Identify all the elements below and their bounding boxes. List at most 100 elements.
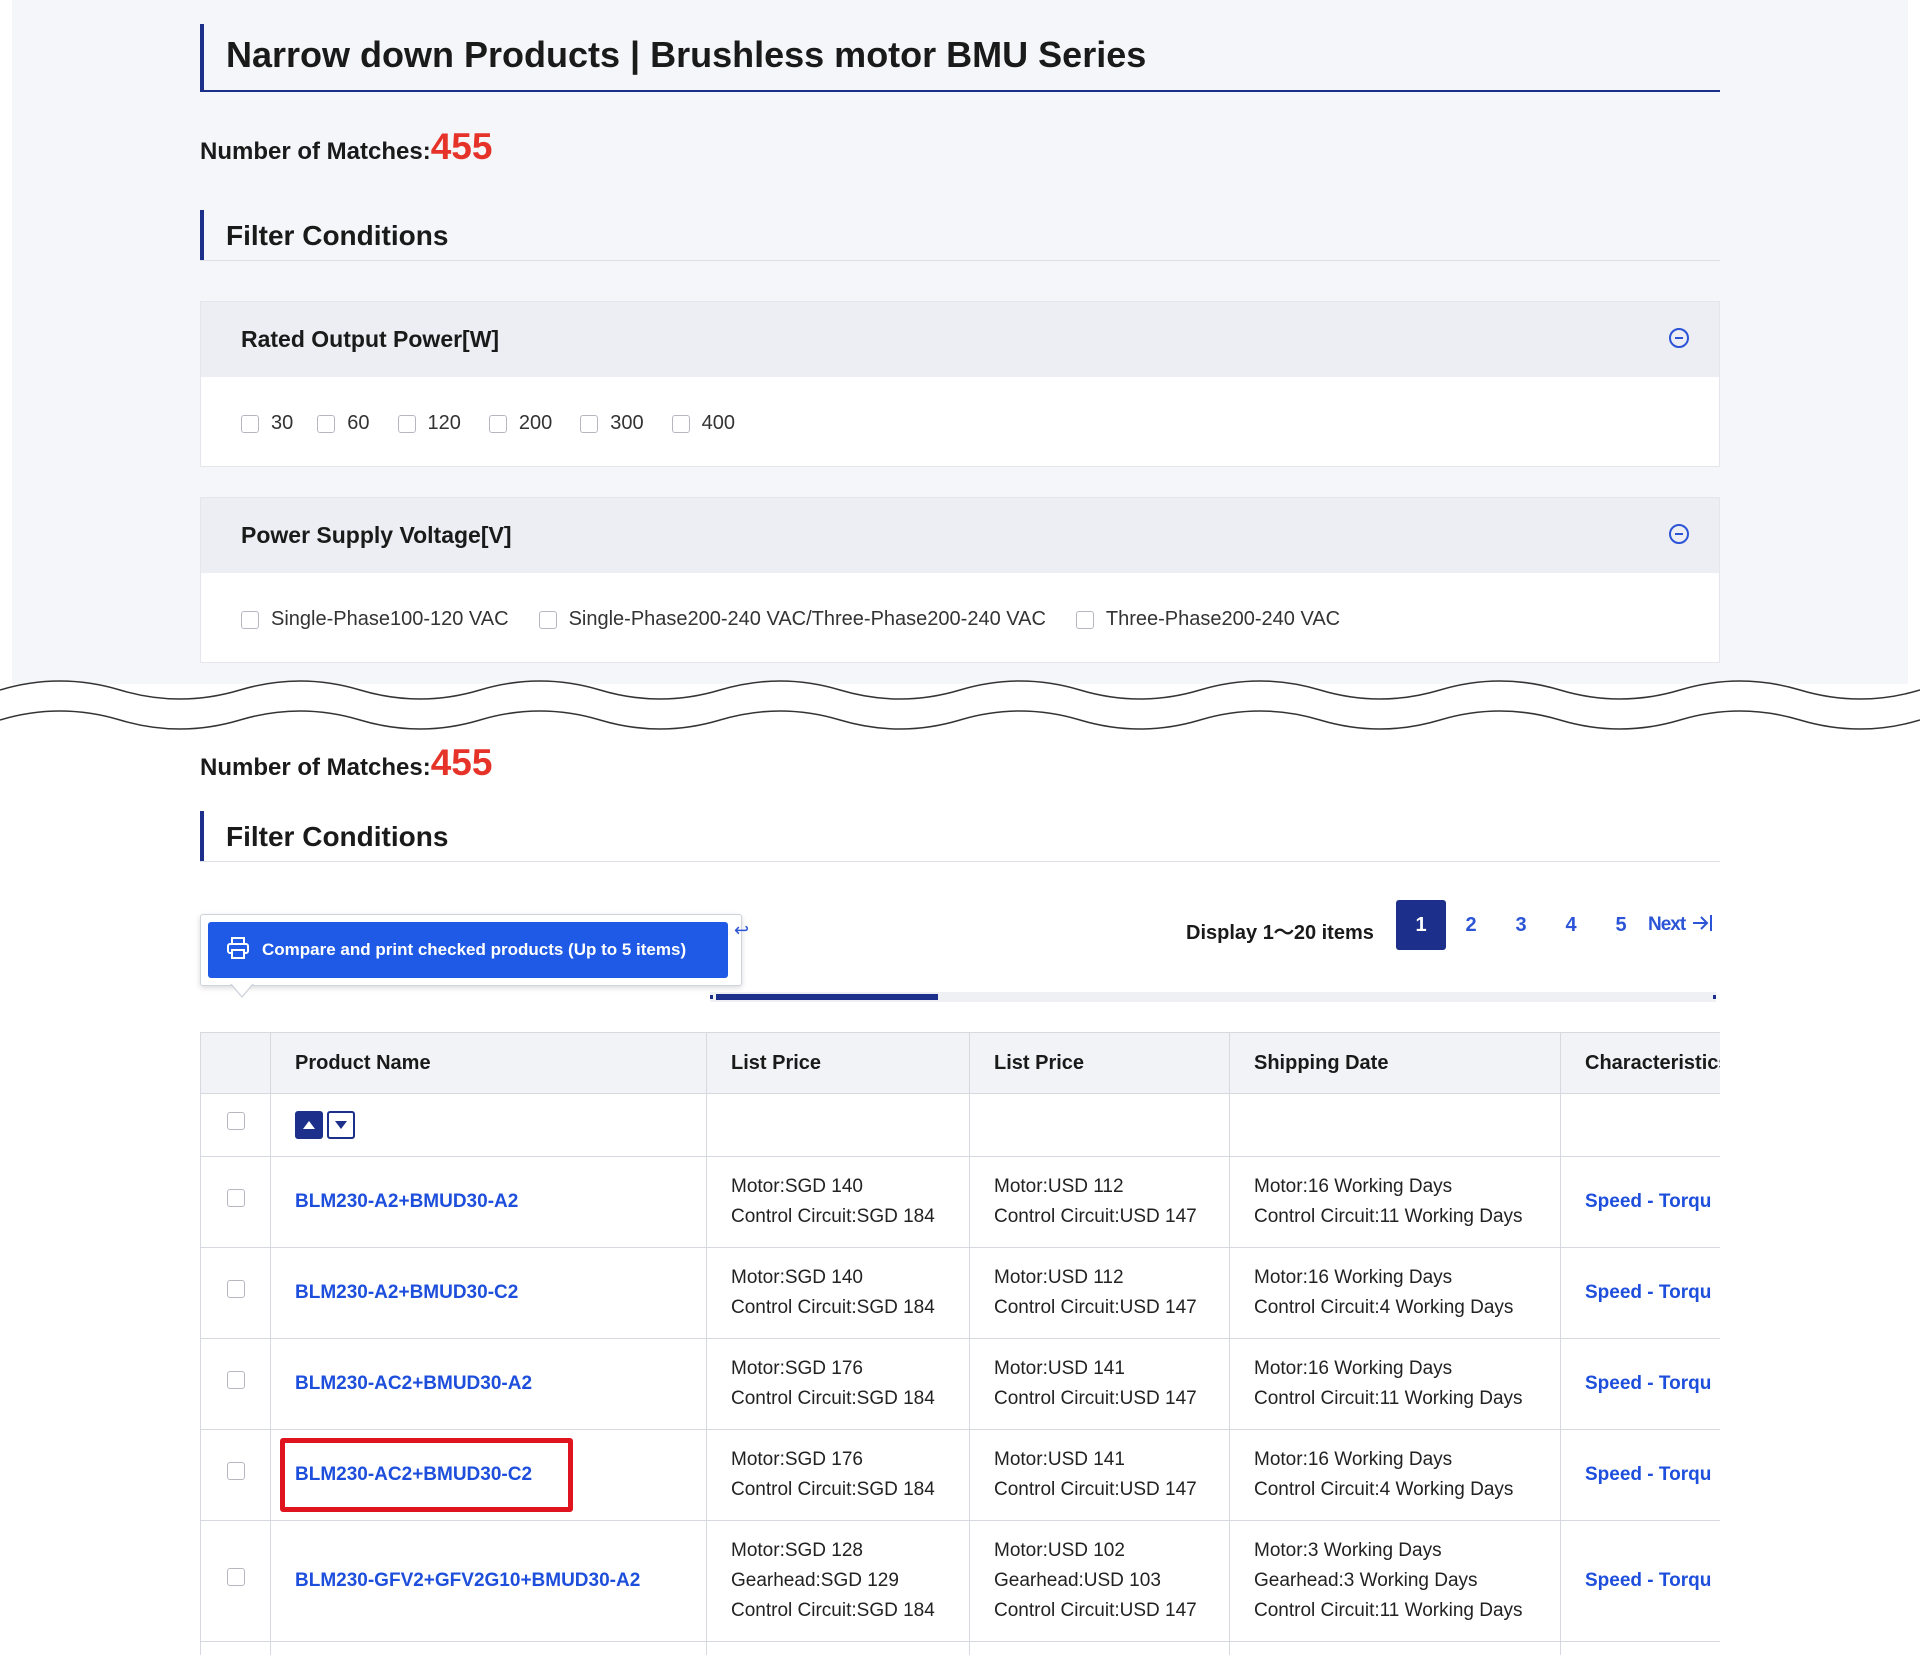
page-button-2[interactable]: 2 (1446, 900, 1496, 950)
page-button-1[interactable]: 1 (1396, 900, 1446, 950)
characteristics-cell: Speed - Torqu (1560, 1429, 1720, 1521)
price-sgd-cell: Motor:SGD 140 Control Circuit:SGD 184 (706, 1247, 970, 1339)
row-checkbox[interactable] (226, 1462, 245, 1480)
table-row: BLM230-A2+BMUD30-A2 Motor:SGD 140 Control… (200, 1156, 1720, 1248)
collapse-icon[interactable] (1669, 328, 1689, 348)
checkbox[interactable] (241, 610, 259, 629)
filter-option[interactable]: Single-Phase200-240 VAC/Three-Phase200-2… (538, 608, 1046, 631)
display-items-count: Display 1～20 items (1186, 922, 1374, 944)
characteristics-cell: Speed - Torqu (1560, 1338, 1720, 1430)
filter-option[interactable]: 300 (580, 412, 644, 435)
characteristics-link[interactable]: Speed - Torqu (1585, 1373, 1711, 1394)
row-checkbox[interactable] (226, 1568, 245, 1586)
price-line: Motor:SGD 176 (731, 1358, 863, 1379)
price-line: Gearhead:USD 103 (994, 1570, 1161, 1591)
table-row: BLM230-A2+BMUD30-C2 Motor:SGD 140 Control… (200, 1247, 1720, 1339)
shipping-cell: Motor:16 Working Days Control Circuit:11 … (1229, 1338, 1561, 1430)
option-label: 400 (701, 412, 735, 434)
checkbox[interactable] (1075, 610, 1094, 629)
row-checkbox[interactable] (226, 1280, 245, 1298)
price-sgd-cell: Motor:SGD 128 Gearhead:SGD 129 Control Cir… (706, 1520, 970, 1642)
price-sgd-cell: Motor:SGD 140 Control Circuit:SGD 184 (706, 1156, 970, 1248)
characteristics-cell: Speed - Torqu (1560, 1156, 1720, 1248)
checkbox[interactable] (671, 414, 690, 433)
header-select (200, 1032, 271, 1094)
filter-conditions-title: Filter Conditions (226, 821, 449, 852)
characteristics-cell: Speed - Torqu (1560, 1247, 1720, 1339)
table-header-row: Product Name List Price List Price Shipp… (200, 1032, 1720, 1094)
checkbox[interactable] (397, 414, 416, 433)
option-label: 60 (347, 412, 370, 434)
horizontal-scrollbar[interactable] (710, 992, 1716, 1002)
filter-group-header[interactable]: Power Supply Voltage[V] (201, 498, 1719, 573)
shipping-line: Gearhead:3 Working Days (1254, 1570, 1478, 1591)
filter-option[interactable]: 30 (241, 412, 293, 435)
shipping-line: Motor:16 Working Days (1254, 1176, 1453, 1197)
page-button-3[interactable]: 3 (1496, 900, 1546, 950)
filter-group-rated-output-power: Rated Output Power[W] 30 60 120 200 300 … (200, 301, 1720, 467)
select-all-checkbox[interactable] (226, 1112, 245, 1130)
characteristics-link[interactable]: Speed - Torqu (1585, 1191, 1711, 1212)
sort-ascending-icon[interactable] (295, 1111, 323, 1139)
option-label: Three-Phase200-240 VAC (1105, 608, 1341, 630)
scroll-right-marker (1713, 995, 1716, 999)
price-usd-cell: Motor:USD 112 Control Circuit:USD 147 (969, 1247, 1230, 1339)
matches-label: Number of Matches: (200, 754, 431, 781)
price-sgd-cell: Motor:SGD 176 Control Circuit:SGD 184 (706, 1338, 970, 1430)
shipping-line: Motor:3 Working Days (1254, 1540, 1442, 1561)
header-list-price-sgd: List Price (706, 1032, 970, 1094)
scrollbar-thumb[interactable] (716, 994, 938, 1000)
shipping-line: Motor:16 Working Days (1254, 1449, 1453, 1470)
filter-options: Single-Phase100-120 VAC Single-Phase200-… (241, 608, 1340, 631)
characteristics-link[interactable]: Speed - Torqu (1585, 1570, 1711, 1591)
row-select-cell (200, 1641, 271, 1655)
product-link[interactable]: BLM230-GFV2+GFV2G10+BMUD30-A2 (295, 1570, 640, 1591)
heading-accent-bar (200, 811, 204, 861)
next-page-link[interactable]: Next (1648, 914, 1686, 936)
row-checkbox[interactable] (226, 1189, 245, 1207)
compare-link-icon[interactable]: ↩ (734, 920, 749, 941)
price-line: Motor:SGD 140 (731, 1267, 863, 1288)
product-name-cell (270, 1641, 707, 1655)
checkbox[interactable] (488, 414, 507, 433)
product-link-highlighted[interactable]: BLM230-AC2+BMUD30-C2 (280, 1438, 574, 1512)
characteristics-link[interactable]: Speed - Torqu (1585, 1282, 1711, 1303)
row-select-cell (200, 1156, 271, 1248)
filter-option[interactable]: Three-Phase200-240 VAC (1075, 608, 1341, 631)
checkbox[interactable] (317, 414, 336, 433)
checkbox[interactable] (580, 414, 599, 433)
compare-print-button[interactable]: Compare and print checked products (Up t… (208, 922, 728, 978)
filter-group-power-supply-voltage: Power Supply Voltage[V] Single-Phase100-… (200, 497, 1720, 663)
price-line: Motor:SGD 176 (731, 1449, 863, 1470)
filter-option[interactable]: 400 (671, 412, 735, 435)
filter-option[interactable]: 200 (488, 412, 552, 435)
filter-option[interactable]: Single-Phase100-120 VAC (241, 608, 509, 631)
option-label: 120 (427, 412, 461, 434)
filter-option[interactable]: 60 (317, 412, 370, 435)
product-link[interactable]: BLM230-AC2+BMUD30-A2 (295, 1373, 532, 1394)
checkbox[interactable] (538, 610, 557, 629)
filter-group-label: Power Supply Voltage[V] (241, 522, 512, 548)
checkbox[interactable] (241, 414, 259, 433)
filter-group-header[interactable]: Rated Output Power[W] (201, 302, 1719, 377)
table-row: BLM230-AC2+BMUD30-A2 Motor:SGD 176 Contro… (200, 1338, 1720, 1430)
product-name-cell: BLM230-GFV2+GFV2G10+BMUD30-A2 (270, 1520, 707, 1642)
shipping-line: Control Circuit:11 Working Days (1254, 1206, 1523, 1227)
price-line: Control Circuit:USD 147 (994, 1297, 1197, 1318)
last-page-icon[interactable] (1691, 913, 1713, 938)
pagination: 1 2 3 4 5 Next (1396, 900, 1713, 950)
page-button-4[interactable]: 4 (1546, 900, 1596, 950)
tooltip-arrow (230, 983, 254, 998)
price-usd-cell: Motor:USD 141 Control Circuit:USD 147 (969, 1338, 1230, 1430)
header-product-name[interactable]: Product Name (270, 1032, 707, 1094)
product-link[interactable]: BLM230-A2+BMUD30-A2 (295, 1191, 518, 1212)
characteristics-link[interactable]: Speed - Torqu (1585, 1464, 1711, 1485)
price-line: Gearhead:SGD 129 (731, 1570, 899, 1591)
collapse-icon[interactable] (1669, 524, 1689, 544)
product-link[interactable]: BLM230-A2+BMUD30-C2 (295, 1282, 518, 1303)
page-button-5[interactable]: 5 (1596, 900, 1646, 950)
results-table: Product Name List Price List Price Shipp… (200, 1032, 1720, 1655)
filter-option[interactable]: 120 (397, 412, 461, 435)
row-checkbox[interactable] (226, 1371, 245, 1389)
sort-descending-icon[interactable] (327, 1111, 355, 1139)
